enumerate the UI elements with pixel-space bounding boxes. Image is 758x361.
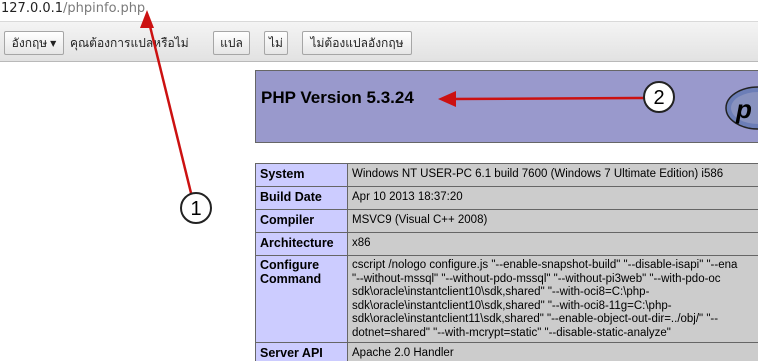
url-text[interactable]: 127.0.0.1/phpinfo.php — [1, 0, 145, 18]
table-row: Server API Apache 2.0 Handler — [255, 341, 758, 361]
row-value: MSVC9 (Visual C++ 2008) — [347, 209, 758, 233]
row-key: Configure Command — [255, 255, 348, 343]
php-info-table: System Windows NT USER-PC 6.1 build 7600 … — [255, 163, 758, 361]
row-value: x86 — [347, 232, 758, 256]
translate-button[interactable]: แปล — [213, 31, 250, 55]
language-select[interactable]: อังกฤษ ▼ — [4, 31, 64, 55]
row-key: Build Date — [255, 186, 348, 210]
row-key: Compiler — [255, 209, 348, 233]
row-key: System — [255, 163, 348, 187]
address-bar[interactable]: 127.0.0.1/phpinfo.php — [0, 0, 758, 22]
php-version-title: PHP Version 5.3.24 — [261, 88, 414, 107]
marker-1: 1 — [180, 192, 212, 224]
marker-1-label: 1 — [190, 198, 201, 220]
row-value: cscript /nologo configure.js "--enable-s… — [347, 255, 758, 343]
php-logo-icon: p — [725, 86, 758, 130]
url-host: 127.0.0.1 — [1, 1, 64, 16]
row-value: Apr 10 2013 18:37:20 — [347, 186, 758, 210]
translate-prompt: คุณต้องการแปลหรือไม่ — [70, 36, 189, 50]
dropdown-caret-icon: ▼ — [50, 39, 57, 48]
row-key: Server API — [255, 341, 348, 361]
no-translate-button[interactable]: ไม่ — [264, 31, 288, 55]
table-row: System Windows NT USER-PC 6.1 build 7600 … — [255, 163, 758, 187]
table-row: Configure Command cscript /nologo configu… — [255, 255, 758, 343]
table-row: Compiler MSVC9 (Visual C++ 2008) — [255, 209, 758, 233]
translate-bar: อังกฤษ ▼ คุณต้องการแปลหรือไม่ แปล ไม่ ไม่… — [0, 22, 758, 62]
never-translate-button[interactable]: ไม่ต้องแปลอังกฤษ — [302, 31, 412, 55]
table-row: Architecture x86 — [255, 232, 758, 256]
url-path: /phpinfo.php — [63, 1, 146, 16]
language-select-label: อังกฤษ — [11, 36, 48, 50]
php-header: PHP Version 5.3.24 p — [255, 70, 758, 143]
svg-text:p: p — [735, 94, 752, 124]
table-row: Build Date Apr 10 2013 18:37:20 — [255, 186, 758, 210]
row-value: Windows NT USER-PC 6.1 build 7600 (Windo… — [347, 163, 758, 187]
row-value: Apache 2.0 Handler — [347, 341, 758, 361]
row-key: Architecture — [255, 232, 348, 256]
